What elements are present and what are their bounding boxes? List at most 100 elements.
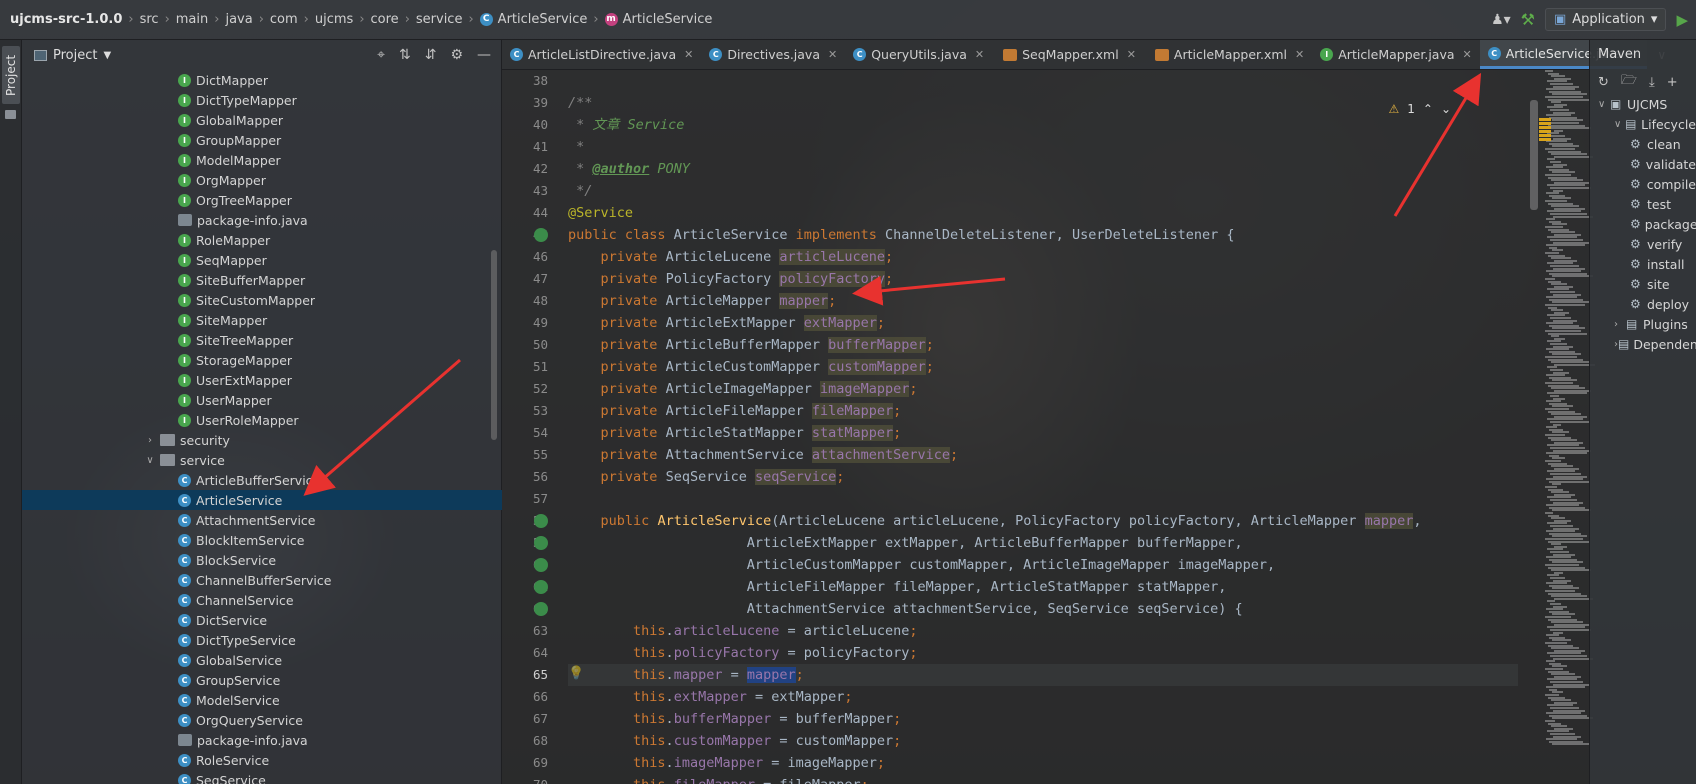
tree-item[interactable]: I SiteCustomMapper xyxy=(22,290,502,310)
build-hammer-icon[interactable]: ⚒ xyxy=(1521,10,1535,29)
implementation-marker-icon[interactable] xyxy=(534,228,548,242)
tree-item[interactable]: I SiteBufferMapper xyxy=(22,270,502,290)
editor-tab[interactable]: SeqMapper.xml ✕ xyxy=(992,40,1144,69)
tree-item[interactable]: C OrgQueryService xyxy=(22,710,502,730)
tree-item[interactable]: C DictService xyxy=(22,610,502,630)
tree-item[interactable]: C ArticleService xyxy=(22,490,502,510)
implementation-marker-icon[interactable] xyxy=(534,602,548,616)
breadcrumb-item[interactable]: com xyxy=(270,12,298,27)
close-icon[interactable]: ✕ xyxy=(1127,48,1136,61)
tree-item[interactable]: I UserExtMapper xyxy=(22,370,502,390)
project-scrollbar[interactable] xyxy=(491,250,497,440)
close-icon[interactable]: ✕ xyxy=(684,48,693,61)
tree-item[interactable]: I UserMapper xyxy=(22,390,502,410)
tree-item[interactable]: C RoleService xyxy=(22,750,502,770)
close-icon[interactable]: ✕ xyxy=(828,48,837,61)
tree-item[interactable]: C GlobalService xyxy=(22,650,502,670)
tree-item[interactable]: I ModelMapper xyxy=(22,150,502,170)
close-icon[interactable]: ✕ xyxy=(1463,48,1472,61)
close-icon[interactable]: ✕ xyxy=(1295,48,1304,61)
project-tool-tab[interactable]: Project xyxy=(2,46,20,104)
maven-tree-item[interactable]: ⚙ verify xyxy=(1590,234,1696,254)
hide-icon[interactable]: — xyxy=(477,47,491,63)
tree-item[interactable]: › security xyxy=(22,430,502,450)
tree-item[interactable]: I StorageMapper xyxy=(22,350,502,370)
tree-item[interactable]: I OrgTreeMapper xyxy=(22,190,502,210)
breadcrumb-item[interactable]: java xyxy=(225,12,252,27)
maven-tree-item[interactable]: › ▤ Plugins xyxy=(1590,314,1696,334)
close-icon[interactable]: ✕ xyxy=(975,48,984,61)
maven-tree-item[interactable]: ⚙ compile xyxy=(1590,174,1696,194)
maven-tree-item[interactable]: ∨ ▤ Lifecycle xyxy=(1590,114,1696,134)
breadcrumb-item[interactable]: main xyxy=(176,12,208,27)
maven-title[interactable]: Maven xyxy=(1590,40,1696,70)
tree-item[interactable]: C ChannelBufferService xyxy=(22,570,502,590)
tree-item[interactable]: I RoleMapper xyxy=(22,230,502,250)
user-icon[interactable]: ♟▾ xyxy=(1491,12,1511,28)
maven-tree-item[interactable]: ⚙ install xyxy=(1590,254,1696,274)
locate-icon[interactable]: ⌖ xyxy=(377,47,385,63)
maven-tree-item[interactable]: ⚙ validate xyxy=(1590,154,1696,174)
maven-tree-item[interactable]: ⚙ deploy xyxy=(1590,294,1696,314)
gear-icon[interactable]: ⚙ xyxy=(450,47,463,63)
tree-item[interactable]: I GlobalMapper xyxy=(22,110,502,130)
tree-item[interactable]: C ChannelService xyxy=(22,590,502,610)
project-panel-title[interactable]: Project xyxy=(53,48,97,63)
maven-tree-item[interactable]: ∨ ▣ UJCMS xyxy=(1590,94,1696,114)
editor-tab[interactable]: C Directives.java ✕ xyxy=(701,40,845,69)
breadcrumb-item[interactable]: ujcms xyxy=(315,12,353,27)
implementation-marker-icon[interactable] xyxy=(534,514,548,528)
tree-item[interactable]: C SeqService xyxy=(22,770,502,784)
reload-icon[interactable]: ↻ xyxy=(1598,75,1609,90)
breadcrumb-item[interactable]: core xyxy=(371,12,399,27)
maven-tree-item[interactable]: ⚙ test xyxy=(1590,194,1696,214)
maven-tree-item[interactable]: ⚙ clean xyxy=(1590,134,1696,154)
maven-tree-item[interactable]: ⚙ site xyxy=(1590,274,1696,294)
breadcrumb-item[interactable]: src xyxy=(140,12,159,27)
tree-item[interactable]: I OrgMapper xyxy=(22,170,502,190)
code-minimap[interactable] xyxy=(1539,70,1595,784)
download-icon[interactable]: ⤓ xyxy=(1649,75,1655,90)
breadcrumb-item[interactable]: service xyxy=(416,12,463,27)
tree-item[interactable]: C AttachmentService xyxy=(22,510,502,530)
tree-item[interactable]: package-info.java xyxy=(22,730,502,750)
collapse-all-icon[interactable]: ⇵ xyxy=(425,47,437,63)
tree-item[interactable]: I DictTypeMapper xyxy=(22,90,502,110)
chevron-down-icon[interactable]: ∨ xyxy=(1598,99,1610,110)
tree-item[interactable]: I SiteMapper xyxy=(22,310,502,330)
tree-item[interactable]: C ModelService xyxy=(22,690,502,710)
tree-item[interactable]: C BlockItemService xyxy=(22,530,502,550)
editor-tab[interactable]: C ArticleListDirective.java ✕ xyxy=(502,40,701,69)
tree-item[interactable]: I GroupMapper xyxy=(22,130,502,150)
tree-item[interactable]: I SiteTreeMapper xyxy=(22,330,502,350)
folder-add-icon[interactable]: 🗁 xyxy=(1621,71,1637,93)
tree-item[interactable]: I UserRoleMapper xyxy=(22,410,502,430)
chevron-down-icon[interactable]: ∨ xyxy=(1614,119,1625,130)
chevron-right-icon[interactable]: › xyxy=(144,435,156,446)
tree-item[interactable]: C DictTypeService xyxy=(22,630,502,650)
run-icon[interactable]: ▶ xyxy=(1676,11,1688,29)
tree-item[interactable]: package-info.java xyxy=(22,210,502,230)
implementation-marker-icon[interactable] xyxy=(534,558,548,572)
chevron-down-icon[interactable]: ▼ xyxy=(103,50,111,61)
maven-tree-item[interactable]: ⚙ package xyxy=(1590,214,1696,234)
breadcrumb-item[interactable]: ujcms-src-1.0.0 xyxy=(10,12,122,27)
breadcrumb-item[interactable]: m ArticleService xyxy=(604,12,712,27)
add-icon[interactable]: + xyxy=(1667,75,1678,90)
run-configuration-select[interactable]: ▣ Application ▾ xyxy=(1544,8,1667,31)
editor-tab[interactable]: C QueryUtils.java ✕ xyxy=(845,40,992,69)
maven-tree-item[interactable]: ›▤Dependencies xyxy=(1590,334,1696,354)
tree-item[interactable]: I SeqMapper xyxy=(22,250,502,270)
editor-tab[interactable]: I ArticleMapper.java ✕ xyxy=(1312,40,1479,69)
code-area[interactable]: /** * 文章 Service * * @author PONY */ @Ser… xyxy=(568,70,1518,784)
chevron-down-icon[interactable]: ∨ xyxy=(144,455,156,466)
implementation-marker-icon[interactable] xyxy=(534,580,548,594)
chevron-right-icon[interactable]: › xyxy=(1614,319,1626,330)
tree-item[interactable]: C ArticleBufferService xyxy=(22,470,502,490)
tree-item[interactable]: ∨ service xyxy=(22,450,502,470)
tree-item[interactable]: C GroupService xyxy=(22,670,502,690)
tree-item[interactable]: C BlockService xyxy=(22,550,502,570)
tree-item[interactable]: I DictMapper xyxy=(22,70,502,90)
editor-tab[interactable]: ArticleMapper.xml ✕ xyxy=(1144,40,1312,69)
breadcrumb-item[interactable]: C ArticleService xyxy=(479,12,587,27)
